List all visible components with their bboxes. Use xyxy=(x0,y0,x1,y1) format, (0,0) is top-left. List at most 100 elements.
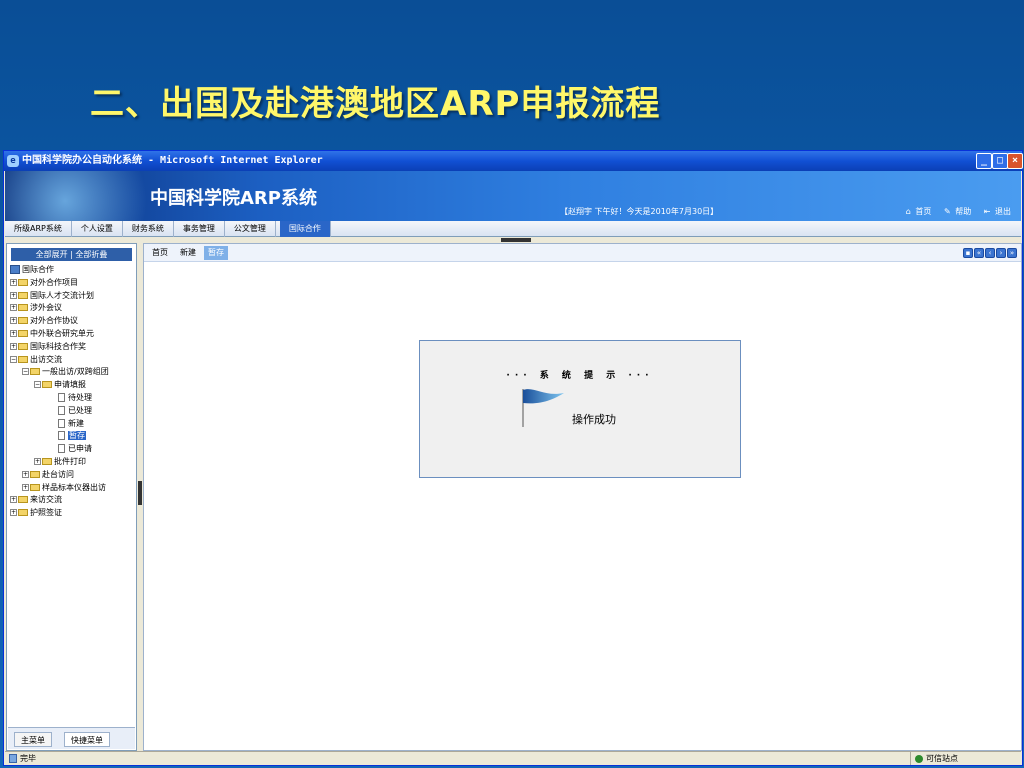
flag-icon xyxy=(522,389,564,427)
root-icon xyxy=(10,265,20,274)
folder-icon xyxy=(18,509,28,517)
maximize-button[interactable]: □ xyxy=(992,153,1008,169)
expand-icon[interactable]: + xyxy=(22,470,29,478)
menu-item-affairs[interactable]: 事务管理 xyxy=(174,221,225,237)
expand-collapse-all[interactable]: 全部展开 | 全部折叠 xyxy=(11,248,132,261)
menu-item-documents[interactable]: 公文管理 xyxy=(225,221,276,237)
expand-icon[interactable]: + xyxy=(34,457,41,465)
browser-statusbar: 完毕 可信站点 xyxy=(5,751,1021,765)
nav-tree: 国际合作 + 对外合作项目 + 国际人才交流计划 + 涉外会议 + 对外合作协议 + 中外… xyxy=(10,264,134,520)
app-banner: 中国科学院ARP系统 【赵翔宇 下午好！今天是2010年7月30日】 ⌂ 首页 … xyxy=(5,171,1021,221)
help-link[interactable]: 帮助 xyxy=(955,207,971,216)
tree-node[interactable]: + 对外合作项目 xyxy=(10,277,134,290)
status-zone: 可信站点 xyxy=(910,752,958,765)
tree-node[interactable]: 国际合作 xyxy=(10,264,134,277)
window-titlebar[interactable]: e 中国科学院办公自动化系统 - Microsoft Internet Expl… xyxy=(4,151,1023,171)
tree-node[interactable]: 已处理 xyxy=(10,405,134,418)
tab-quick-menu[interactable]: 快捷菜单 xyxy=(64,732,110,747)
tree-node[interactable]: + 国际科技合作奖 xyxy=(10,341,134,354)
status-left: 完毕 xyxy=(9,752,36,765)
dialog-message: 操作成功 xyxy=(572,413,616,426)
banner-links: ⌂ 首页 ✎ 帮助 ⇤ 退出 xyxy=(896,206,1011,217)
tree-node[interactable]: − 申请填报 xyxy=(10,379,134,392)
expand-icon[interactable]: + xyxy=(10,304,17,312)
tree-node[interactable]: + 样品标本仪器出访 xyxy=(10,482,134,495)
home-icon: ⌂ xyxy=(905,207,911,216)
tree-node[interactable]: + 中外联合研究单元 xyxy=(10,328,134,341)
logout-link[interactable]: 退出 xyxy=(995,207,1011,216)
document-icon xyxy=(58,405,65,415)
tree-node[interactable]: + 赴台访问 xyxy=(10,469,134,482)
browser-window: e 中国科学院办公自动化系统 - Microsoft Internet Expl… xyxy=(3,150,1023,766)
document-icon xyxy=(58,418,65,428)
left-pane-tabs: 主菜单 快捷菜单 xyxy=(8,727,135,749)
tree-node[interactable]: + 来访交流 xyxy=(10,494,134,507)
folder-icon xyxy=(18,278,28,286)
status-text: 完毕 xyxy=(20,754,36,763)
tree-node[interactable]: 新建 xyxy=(10,418,134,431)
document-icon xyxy=(58,431,65,441)
expand-icon[interactable]: + xyxy=(10,291,17,299)
collapse-icon[interactable]: − xyxy=(22,368,29,376)
menu-item-personal-settings[interactable]: 个人设置 xyxy=(72,221,123,237)
collapse-icon[interactable]: − xyxy=(34,381,41,389)
menu-item-international[interactable]: 国际合作 xyxy=(279,221,331,237)
top-menubar: 所级ARP系统 个人设置 财务系统 事务管理 公文管理 国际合作 xyxy=(5,221,1021,237)
tree-node[interactable]: 已申请 xyxy=(10,443,134,456)
expand-icon[interactable]: + xyxy=(10,496,17,504)
folder-icon xyxy=(18,317,28,325)
slide-title: 二、出国及赴港澳地区ARP申报流程 xyxy=(90,84,661,124)
tree-node-selected[interactable]: 暂存 xyxy=(10,430,134,443)
first-icon[interactable]: « xyxy=(974,248,984,258)
window-title: 中国科学院办公自动化系统 - Microsoft Internet Explor… xyxy=(22,155,323,166)
top-splitter-handle[interactable] xyxy=(501,238,531,242)
tree-node[interactable]: − 一般出访/双跨组团 xyxy=(10,366,134,379)
expand-icon[interactable]: + xyxy=(10,329,17,337)
expand-icon[interactable]: + xyxy=(10,509,17,517)
expand-icon[interactable]: + xyxy=(10,317,17,325)
tab-new[interactable]: 新建 xyxy=(176,246,200,260)
folder-icon xyxy=(42,457,52,465)
tree-node[interactable]: + 对外合作协议 xyxy=(10,315,134,328)
help-icon: ✎ xyxy=(943,207,951,216)
checkmark-icon xyxy=(915,754,923,763)
last-icon[interactable]: » xyxy=(1007,248,1017,258)
slide-background: 二、出国及赴港澳地区ARP申报流程 e 中国科学院办公自动化系统 - Micro… xyxy=(0,0,1024,768)
stop-icon[interactable]: ▪ xyxy=(963,248,973,258)
tree-node[interactable]: + 涉外会议 xyxy=(10,302,134,315)
menu-item-institute-arp[interactable]: 所级ARP系统 xyxy=(5,221,72,237)
tree-node[interactable]: + 国际人才交流计划 xyxy=(10,290,134,303)
folder-icon xyxy=(42,381,52,389)
tab-nav-buttons: ▪ «‹ ›» xyxy=(962,248,1017,258)
folder-icon xyxy=(30,470,40,478)
tree-node[interactable]: 待处理 xyxy=(10,392,134,405)
folder-icon xyxy=(30,483,40,491)
next-icon[interactable]: › xyxy=(996,248,1006,258)
expand-icon[interactable]: + xyxy=(22,483,29,491)
tree-node[interactable]: − 出访交流 xyxy=(10,354,134,367)
prev-icon[interactable]: ‹ xyxy=(985,248,995,258)
tree-node[interactable]: + 护照签证 xyxy=(10,507,134,520)
folder-icon xyxy=(30,368,40,376)
tab-home[interactable]: 首页 xyxy=(148,246,172,260)
tree-node[interactable]: + 批件打印 xyxy=(10,456,134,469)
app-title: 中国科学院ARP系统 xyxy=(150,188,317,209)
tab-draft[interactable]: 暂存 xyxy=(204,246,228,260)
close-button[interactable]: × xyxy=(1007,153,1023,169)
collapse-icon[interactable]: − xyxy=(10,355,17,363)
expand-icon[interactable]: + xyxy=(10,278,17,286)
folder-icon xyxy=(18,291,28,299)
main-tabbar: 首页 新建 暂存 ▪ «‹ ›» xyxy=(144,244,1021,262)
minimize-button[interactable]: _ xyxy=(976,153,992,169)
dialog-title: ··· 系 统 提 示 ··· xyxy=(506,371,654,381)
tab-main-menu[interactable]: 主菜单 xyxy=(14,732,52,747)
folder-icon xyxy=(18,355,28,363)
user-greeting: 【赵翔宇 下午好！今天是2010年7月30日】 xyxy=(560,207,719,216)
expand-icon[interactable]: + xyxy=(10,342,17,350)
page-icon xyxy=(9,754,17,763)
menu-item-finance[interactable]: 财务系统 xyxy=(123,221,174,237)
vertical-splitter-handle[interactable] xyxy=(138,481,142,505)
home-link[interactable]: 首页 xyxy=(915,207,931,216)
folder-icon xyxy=(18,342,28,350)
folder-icon xyxy=(18,496,28,504)
